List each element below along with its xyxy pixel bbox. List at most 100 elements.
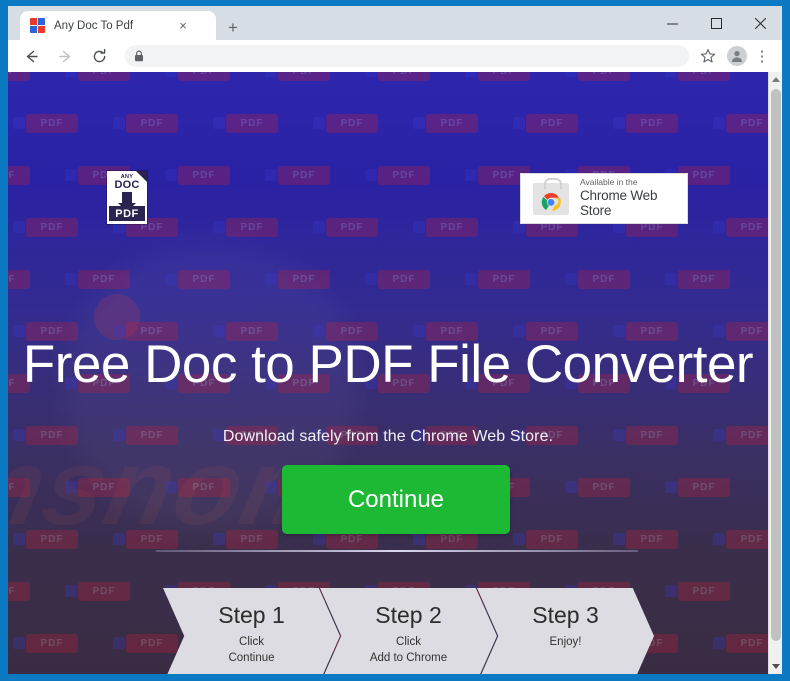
tile-arrow-icon — [465, 72, 477, 77]
tile-label: PDF — [178, 72, 230, 81]
background-pdf-tile: PDF — [165, 478, 230, 497]
background-pdf-tile: PDF — [565, 270, 630, 289]
background-pdf-tile: PDF — [665, 72, 730, 81]
background-pdf-tile: PDF — [13, 218, 78, 237]
tile-arrow-icon — [265, 169, 277, 181]
background-pdf-tile: PDF — [665, 478, 730, 497]
background-pdf-tile: PDF — [265, 72, 330, 81]
step-1-title: Step 1 — [218, 602, 285, 628]
document-favicon-icon — [30, 18, 45, 33]
url-input[interactable] — [144, 46, 689, 66]
chevron-down-icon — [772, 664, 780, 669]
tile-arrow-icon — [665, 273, 677, 285]
minimize-button[interactable] — [650, 6, 694, 40]
step-1-line2: Continue — [228, 652, 275, 664]
maximize-icon — [710, 17, 722, 29]
page-title: Free Doc to PDF File Converter — [22, 334, 754, 394]
logo-down-arrow-icon — [118, 192, 136, 212]
tile-arrow-icon — [613, 533, 625, 545]
background-pdf-tile: PDF — [213, 218, 278, 237]
new-tab-button[interactable]: + — [222, 16, 244, 38]
tile-arrow-icon — [13, 221, 25, 233]
background-pdf-tile: PDF — [265, 270, 330, 289]
close-tab-icon[interactable]: × — [174, 17, 192, 35]
tile-label: PDF — [192, 274, 216, 285]
background-pdf-tile: PDF — [713, 530, 768, 549]
site-logo: ANY DOC PDF — [107, 171, 147, 224]
tile-arrow-icon — [313, 533, 325, 545]
tile-label: PDF — [440, 222, 464, 233]
scrollbar-thumb[interactable] — [771, 89, 781, 641]
tile-label: PDF — [692, 482, 716, 493]
step-3-chevron: Step 3 Enjoy! — [477, 588, 654, 674]
background-pdf-tile: PDF — [213, 530, 278, 549]
tile-label: PDF — [678, 72, 730, 81]
tile-arrow-icon — [65, 273, 77, 285]
bookmark-star-button[interactable] — [695, 43, 721, 69]
background-pdf-tile: PDF — [65, 270, 130, 289]
tile-arrow-icon — [713, 533, 725, 545]
step-1-line1: Click — [239, 636, 264, 648]
tile-label: PDF — [8, 170, 16, 181]
background-pdf-tile: PDF — [465, 270, 530, 289]
back-button[interactable] — [17, 42, 45, 70]
background-pdf-tile: PDF — [8, 166, 30, 185]
tile-label: PDF — [8, 274, 16, 285]
tile-label: PDF — [140, 534, 164, 545]
forward-arrow-icon — [58, 50, 70, 62]
background-pdf-tile: PDF — [13, 530, 78, 549]
step-2-line2: Add to Chrome — [369, 652, 448, 664]
tile-label: PDF — [40, 534, 64, 545]
background-pdf-tile: PDF — [265, 166, 330, 185]
scroll-down-button[interactable] — [769, 659, 782, 674]
padlock-glyph — [135, 50, 143, 62]
person-icon — [731, 51, 743, 62]
lock-icon — [134, 50, 144, 62]
tile-arrow-icon — [465, 273, 477, 285]
background-pdf-tile: PDF — [313, 114, 378, 133]
background-pdf-tile: PDF — [613, 530, 678, 549]
tab-strip: Any Doc To Pdf × + — [8, 6, 782, 40]
background-pdf-tile: PDF — [313, 218, 378, 237]
tile-label: PDF — [78, 72, 130, 81]
minimize-icon — [666, 23, 678, 24]
step-2-line1: Click — [396, 636, 421, 648]
profile-button[interactable] — [724, 43, 750, 69]
tile-label: PDF — [240, 222, 264, 233]
tile-arrow-icon — [365, 72, 377, 77]
background-pdf-tile: PDF — [613, 114, 678, 133]
continue-button[interactable]: Continue — [282, 465, 510, 534]
background-pdf-tile: PDF — [365, 166, 430, 185]
shopping-bag-icon — [533, 177, 569, 215]
tile-arrow-icon — [565, 273, 577, 285]
chevron-up-icon — [772, 77, 780, 82]
address-bar[interactable] — [125, 45, 689, 67]
tile-arrow-icon — [565, 481, 577, 493]
background-pdf-tile: PDF — [665, 270, 730, 289]
tile-label: PDF — [8, 72, 30, 81]
tile-arrow-icon — [713, 117, 725, 129]
tile-arrow-icon — [413, 221, 425, 233]
tile-label: PDF — [340, 222, 364, 233]
tile-arrow-icon — [65, 169, 77, 181]
step-3-title: Step 3 — [532, 602, 599, 628]
star-icon — [700, 49, 716, 63]
tile-arrow-icon — [513, 117, 525, 129]
close-window-button[interactable] — [738, 6, 782, 40]
chrome-web-store-badge[interactable]: Available in the Chrome Web Store — [520, 173, 688, 224]
chrome-menu-button[interactable]: ⋮ — [753, 43, 779, 69]
tile-arrow-icon — [165, 169, 177, 181]
reload-button[interactable] — [85, 42, 113, 70]
maximize-button[interactable] — [694, 6, 738, 40]
window-controls — [650, 6, 782, 40]
step-3-line1: Enjoy! — [549, 636, 582, 648]
background-pdf-tile: PDF — [165, 72, 230, 81]
background-pdf-tile: PDF — [365, 270, 430, 289]
scroll-up-button[interactable] — [769, 72, 782, 87]
tile-label: PDF — [492, 274, 516, 285]
browser-tab[interactable]: Any Doc To Pdf × — [20, 11, 216, 40]
tile-arrow-icon — [713, 221, 725, 233]
browser-window: Any Doc To Pdf × + ⋮ PDF PDF PDF PDF PDF… — [0, 0, 790, 681]
tile-label: PDF — [92, 274, 116, 285]
vertical-scrollbar[interactable] — [768, 72, 782, 674]
